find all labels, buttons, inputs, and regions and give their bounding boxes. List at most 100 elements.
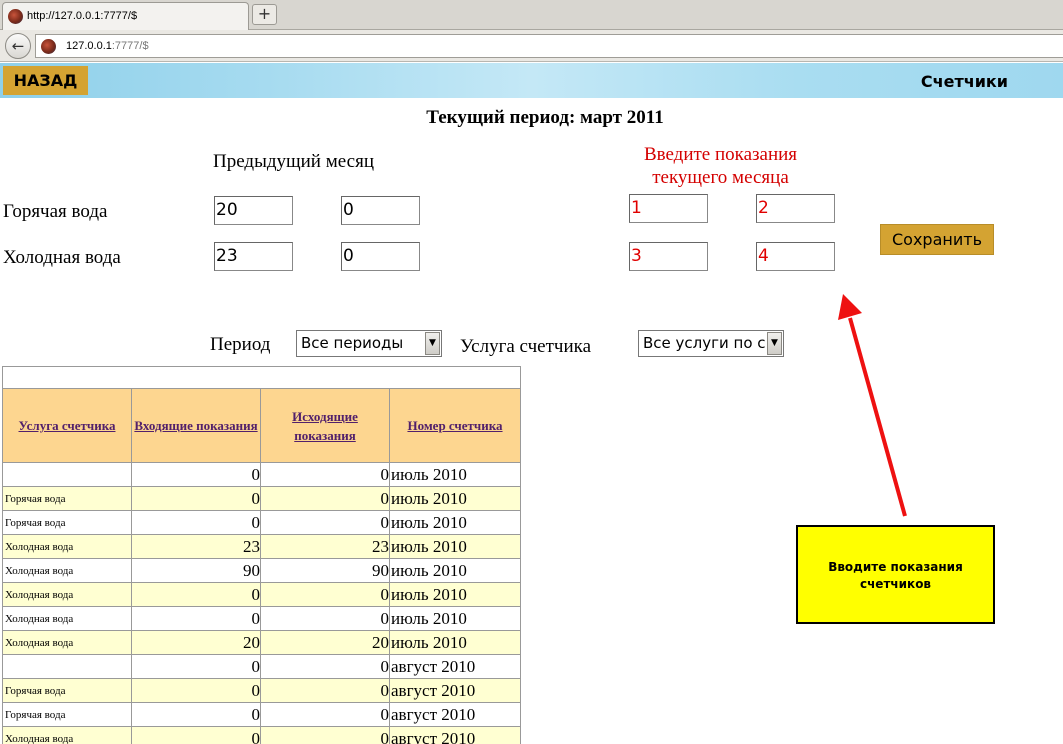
callout-line-1: Вводите показания (828, 560, 963, 574)
cold-water-current-in-field[interactable]: 3 (629, 242, 708, 271)
cell-period: июль 2010 (389, 510, 521, 535)
browser-tab[interactable]: http://127.0.0.1:7777/$ (2, 2, 249, 30)
hot-water-prev-out-field[interactable]: 0 (341, 196, 420, 225)
table-row: Горячая вода 0 0 август 2010 (2, 702, 521, 727)
table-row: Холодная вода 0 0 июль 2010 (2, 582, 521, 607)
cell-service: Холодная вода (2, 726, 132, 744)
cell-in: 0 (131, 462, 261, 487)
table-row: Горячая вода 0 0 июль 2010 (2, 486, 521, 511)
cold-water-prev-out-field[interactable]: 0 (341, 242, 420, 271)
column-header-number[interactable]: Номер счетчика (389, 388, 521, 463)
service-select[interactable]: Все услуги по с ▼ (638, 330, 784, 357)
cell-in: 23 (131, 534, 261, 559)
browser-tab-strip: http://127.0.0.1:7777/$ + (0, 0, 1063, 30)
cell-service: Горячая вода (2, 510, 132, 535)
meter-label-hot-water: Горячая вода (3, 201, 108, 222)
period-select[interactable]: Все периоды ▼ (296, 330, 442, 357)
cell-in: 0 (131, 486, 261, 511)
cell-out: 0 (260, 702, 390, 727)
cell-out: 0 (260, 486, 390, 511)
period-select-dropdown-icon[interactable]: ▼ (425, 332, 440, 355)
readings-table: Услуга счетчика Входящие показания Исход… (2, 366, 521, 744)
url-host: 127.0.0.1 (66, 40, 112, 52)
meter-label-cold-water: Холодная вода (3, 247, 121, 268)
cell-period: июль 2010 (389, 462, 521, 487)
table-row: Горячая вода 0 0 август 2010 (2, 678, 521, 703)
cell-out: 20 (260, 630, 390, 655)
table-row: 0 0 август 2010 (2, 654, 521, 679)
browser-back-button[interactable]: ← (5, 33, 31, 59)
cell-in: 0 (131, 606, 261, 631)
address-bar[interactable]: 127.0.0.1:7777/$ (35, 34, 1063, 58)
cell-service: Горячая вода (2, 486, 132, 511)
cell-period: август 2010 (389, 702, 521, 727)
cold-water-prev-in-field[interactable]: 23 (214, 242, 293, 271)
cell-out: 0 (260, 606, 390, 631)
cell-in: 90 (131, 558, 261, 583)
enter-readings-line-2: текущего месяца (652, 167, 789, 188)
cell-period: июль 2010 (389, 582, 521, 607)
table-spacer-row (2, 366, 521, 389)
table-row: Холодная вода 23 23 июль 2010 (2, 534, 521, 559)
cell-in: 0 (131, 678, 261, 703)
page-title: Счетчики (920, 72, 1008, 91)
cell-service: Горячая вода (2, 678, 132, 703)
service-filter-label: Услуга счетчика (460, 336, 592, 357)
cell-out: 0 (260, 726, 390, 744)
tab-title: http://127.0.0.1:7777/$ (27, 10, 138, 22)
cell-out: 0 (260, 678, 390, 703)
period-filter-label: Период (210, 334, 271, 355)
cell-in: 20 (131, 630, 261, 655)
cell-period: август 2010 (389, 678, 521, 703)
cell-period: июль 2010 (389, 630, 521, 655)
table-row: 0 0 июль 2010 (2, 462, 521, 487)
hot-water-prev-in-field[interactable]: 20 (214, 196, 293, 225)
column-header-in[interactable]: Входящие показания (131, 388, 261, 463)
cell-service: Холодная вода (2, 582, 132, 607)
previous-month-label: Предыдущий месяц (213, 151, 374, 172)
cell-in: 0 (131, 702, 261, 727)
enter-readings-line-1: Введите показания (643, 144, 798, 165)
url-text[interactable]: 127.0.0.1:7777/$ (66, 40, 149, 52)
table-header-row: Услуга счетчика Входящие показания Исход… (2, 388, 521, 463)
annotation-callout: Вводите показания счетчиков (796, 525, 995, 624)
enter-readings-label: Введите показания текущего месяца (608, 143, 833, 189)
cell-out: 0 (260, 582, 390, 607)
service-select-dropdown-icon[interactable]: ▼ (767, 332, 782, 355)
current-period-title: Текущий период: март 2011 (426, 107, 664, 128)
table-body: 0 0 июль 2010 Горячая вода 0 0 июль 2010 Горяча… (2, 462, 521, 744)
service-select-value: Все услуги по с (643, 334, 766, 352)
cell-period: июль 2010 (389, 558, 521, 583)
page-header: НАЗАД Счетчики (0, 63, 1063, 98)
back-button[interactable]: НАЗАД (3, 66, 88, 95)
cell-out: 0 (260, 462, 390, 487)
cell-out: 23 (260, 534, 390, 559)
site-favicon-icon (8, 9, 23, 24)
cell-period: июль 2010 (389, 486, 521, 511)
cell-service: Холодная вода (2, 534, 132, 559)
cell-period: июль 2010 (389, 534, 521, 559)
period-select-value: Все периоды (301, 334, 404, 352)
cell-service (2, 462, 132, 487)
callout-line-2: счетчиков (859, 577, 932, 591)
column-header-service[interactable]: Услуга счетчика (2, 388, 132, 463)
url-path: :7777/$ (111, 40, 149, 52)
browser-nav-bar: ← 127.0.0.1:7777/$ (0, 30, 1063, 62)
hot-water-current-out-field[interactable]: 2 (756, 194, 835, 223)
table-row: Холодная вода 0 0 июль 2010 (2, 606, 521, 631)
new-tab-button[interactable]: + (252, 4, 277, 25)
annotation-arrow-head (838, 294, 862, 320)
cold-water-current-out-field[interactable]: 4 (756, 242, 835, 271)
cell-service: Горячая вода (2, 702, 132, 727)
hot-water-current-in-field[interactable]: 1 (629, 194, 708, 223)
cell-out: 0 (260, 510, 390, 535)
column-header-out[interactable]: Исходящие показания (260, 388, 390, 463)
cell-service: Холодная вода (2, 558, 132, 583)
table-row: Холодная вода 90 90 июль 2010 (2, 558, 521, 583)
cell-in: 0 (131, 726, 261, 744)
annotation-arrow-shaft (848, 317, 907, 517)
site-identity-icon[interactable] (41, 39, 56, 54)
cell-service: Холодная вода (2, 606, 132, 631)
cell-period: июль 2010 (389, 606, 521, 631)
save-button[interactable]: Сохранить (880, 224, 994, 255)
